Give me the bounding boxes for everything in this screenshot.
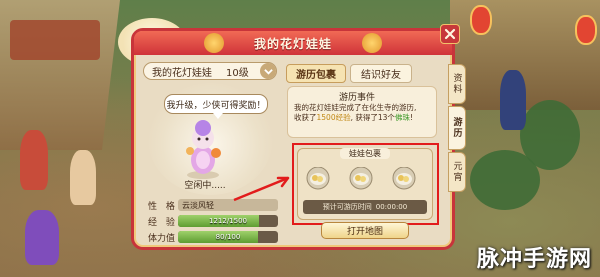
pet-status: 空闲中..... xyxy=(184,181,226,191)
exp-bar: 1212/1500 xyxy=(178,215,278,227)
close-button[interactable] xyxy=(440,24,460,44)
timer-value: 00:00:00 xyxy=(375,203,408,211)
personality-label: 性 格 xyxy=(148,201,178,212)
stamina-row: 体力值 80/100 xyxy=(148,230,278,244)
watermark: 脉冲手游网 xyxy=(476,247,592,272)
travel-event-text: 我的花灯娃娃完成了在化生寺的游历, 收获了1500经验, 获得了13个佛珠! xyxy=(294,103,430,123)
event-line2-e: ! xyxy=(409,113,413,122)
npc-figure xyxy=(70,150,96,205)
npc-figure xyxy=(500,70,526,130)
side-tab-travel[interactable]: 游历 xyxy=(448,106,466,150)
pet-speech-bubble: 我升级，少侠可得奖励！ xyxy=(164,94,268,119)
bowl-icon[interactable] xyxy=(303,167,333,191)
left-roof xyxy=(10,20,100,60)
travel-timer: 预计可游历时间 00:00:00 xyxy=(303,200,427,214)
event-line1: 我的花灯娃娃完成了在化生寺的游历, xyxy=(294,103,417,112)
event-line2-c: , 获得了13个 xyxy=(350,113,395,122)
stamina-bar-text: 80/100 xyxy=(215,233,241,241)
tab-travel-bag[interactable]: 游历包裹 xyxy=(286,64,346,83)
lantern-deco-icon xyxy=(362,33,382,53)
doll-bag-title: 娃娃包裹 xyxy=(340,148,390,159)
stamina-label: 体力值 xyxy=(148,233,176,244)
stamina-bar: 80/100 xyxy=(178,231,278,243)
travel-event-title: 游历事件 xyxy=(338,93,375,103)
open-map-button[interactable]: 打开地图 xyxy=(321,222,409,239)
dialog-title: 我的花灯娃娃 xyxy=(253,36,332,51)
tab-make-friends[interactable]: 结识好友 xyxy=(350,64,412,83)
timer-label: 预计可游历时间 xyxy=(322,203,372,211)
side-tab-lantern-festival[interactable]: 元宵 xyxy=(448,152,466,192)
personality-row: 性 格 云淡风轻 xyxy=(148,198,278,212)
pet-dropdown-button[interactable] xyxy=(260,63,276,79)
event-exp: 1500经验 xyxy=(316,113,351,122)
personality-value: 云淡风轻 xyxy=(178,199,278,211)
tree xyxy=(520,100,580,170)
side-tab-profile[interactable]: 资料 xyxy=(448,64,466,104)
event-item: 佛珠 xyxy=(394,113,410,122)
exp-row: 经 验 1212/1500 xyxy=(148,214,278,228)
npc-figure xyxy=(20,130,48,190)
bowl-icon[interactable] xyxy=(389,167,419,191)
exp-bar-text: 1212/1500 xyxy=(209,217,247,225)
dialog-title-bar: 我的花灯娃娃 xyxy=(134,31,452,55)
exp-label: 经 验 xyxy=(148,217,178,228)
event-line2-a: 收获了 xyxy=(294,113,317,122)
bowl-icon[interactable] xyxy=(346,167,376,191)
lantern-doll-pet[interactable] xyxy=(178,118,228,180)
pet-selector[interactable]: 我的花灯娃娃 10级 xyxy=(143,62,277,80)
pet-level: 10级 xyxy=(226,67,249,79)
lantern-icon xyxy=(575,15,597,45)
npc-figure xyxy=(25,210,59,265)
chevron-down-icon xyxy=(263,68,273,75)
lantern-deco-icon xyxy=(204,33,224,53)
close-icon xyxy=(444,28,456,40)
lantern-icon xyxy=(470,5,492,35)
pet-name: 我的花灯娃娃 xyxy=(152,67,212,79)
